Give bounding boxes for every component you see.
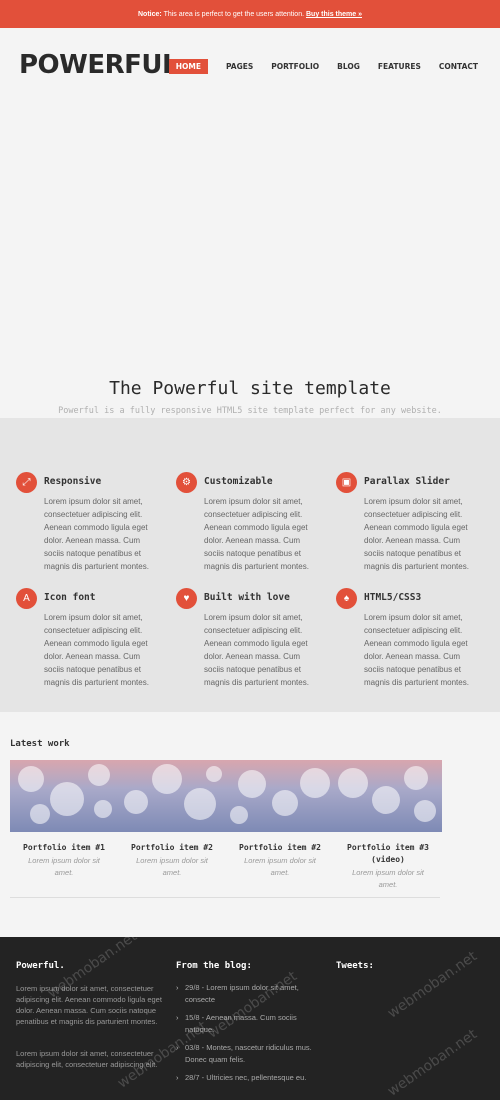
portfolio-thumbnail[interactable] [226,760,334,832]
blog-item[interactable]: › 28/7 - Ultricies nec, pellentesque eu. [176,1072,326,1084]
nav-blog[interactable]: BLOG [337,62,360,71]
feature-text: Lorem ipsum dolor sit amet, consectetuer… [204,497,309,571]
portfolio-desc: Lorem ipsum dolor sit amet. [28,856,100,877]
feature-title: Customizable [204,476,273,487]
footer: Powerful. Lorem ipsum dolor sit amet, co… [0,928,500,1100]
blog-list: › 29/8 - Lorem ipsum dolor sit amet, cons… [176,982,326,1090]
portfolio-item[interactable]: Portfolio item #1 Lorem ipsum dolor sit … [10,760,118,879]
chevron-right-icon: › [176,1043,179,1052]
blog-item[interactable]: › 15/8 - Aenean massa. Cum sociis natoque… [176,1012,326,1036]
portfolio-item[interactable]: Portfolio item #2 Lorem ipsum dolor sit … [226,760,334,879]
expand-icon: ⤢ [16,472,37,493]
portfolio-title[interactable]: Portfolio item #3 (video) [334,842,442,866]
nav-portfolio[interactable]: PORTFOLIO [271,62,319,71]
feature-title: Parallax Slider [364,476,450,487]
blog-item-text[interactable]: 15/8 - Aenean massa. Cum sociis natoque. [185,1013,297,1034]
portfolio-item[interactable]: Portfolio item #3 (video) Lorem ipsum do… [334,760,442,891]
feature-text: Lorem ipsum dolor sit amet, consectetuer… [44,497,149,571]
feature-text: Lorem ipsum dolor sit amet, consectetuer… [44,613,149,687]
nav-home[interactable]: HOME [168,59,208,74]
feature-title: Built with love [204,592,290,603]
portfolio-desc: Lorem ipsum dolor sit amet. [136,856,208,877]
footer-blog-title: From the blog: [176,961,252,971]
blog-item-text[interactable]: 03/8 - Montes, nascetur ridiculus mus. D… [185,1043,312,1064]
blog-item[interactable]: › 03/8 - Montes, nascetur ridiculus mus. … [176,1042,326,1066]
portfolio-thumbnail[interactable] [334,760,442,832]
feature-text: Lorem ipsum dolor sit amet, consectetuer… [204,613,309,687]
chevron-right-icon: › [176,983,179,992]
footer-about-text-2: Lorem ipsum dolor sit amet, consectetuer… [16,1049,158,1069]
portfolio-desc: Lorem ipsum dolor sit amet. [244,856,316,877]
main-nav: HOME PAGES PORTFOLIO BLOG FEATURES CONTA… [168,59,478,74]
portfolio-title[interactable]: Portfolio item #2 [226,842,334,854]
site-logo[interactable]: POWERFUL. [19,50,188,80]
nav-contact[interactable]: CONTACT [439,62,478,71]
gears-icon: ⚙ [176,472,197,493]
notice-text: This area is perfect to get the users at… [163,11,305,18]
latest-work-title: Latest work [10,739,70,749]
footer-about-text: Lorem ipsum dolor sit amet, consectetuer… [16,984,162,1026]
feature-text: Lorem ipsum dolor sit amet, consectetuer… [364,613,469,687]
footer-tweets-title: Tweets: [336,961,374,971]
heart-icon: ♥ [176,588,197,609]
portfolio-item[interactable]: Portfolio item #2 Lorem ipsum dolor sit … [118,760,226,879]
chevron-right-icon: › [176,1073,179,1082]
blog-item-text[interactable]: 29/8 - Lorem ipsum dolor sit amet, conse… [185,983,299,1004]
blog-item[interactable]: › 29/8 - Lorem ipsum dolor sit amet, cons… [176,982,326,1006]
feature-title: HTML5/CSS3 [364,592,422,603]
buy-theme-link[interactable]: Buy this theme » [306,11,362,18]
font-icon: A [16,588,37,609]
portfolio-thumbnail[interactable] [10,760,118,832]
notice-label: Notice: [138,11,162,18]
html5-icon: ♠ [336,588,357,609]
portfolio-desc: Lorem ipsum dolor sit amet. [352,868,424,889]
feature-title: Icon font [44,592,96,603]
feature-title: Responsive [44,476,102,487]
portfolio-title[interactable]: Portfolio item #2 [118,842,226,854]
portfolio-thumbnail[interactable] [118,760,226,832]
chevron-right-icon: › [176,1013,179,1022]
nav-pages[interactable]: PAGES [226,62,253,71]
blog-item-text[interactable]: 28/7 - Ultricies nec, pellentesque eu. [185,1073,306,1082]
feature-text: Lorem ipsum dolor sit amet, consectetuer… [364,497,469,571]
divider [10,897,440,898]
hero-subtitle: Powerful is a fully responsive HTML5 sit… [58,406,442,416]
notice-bar: Notice: This area is perfect to get the … [0,0,500,28]
nav-features[interactable]: FEATURES [378,62,421,71]
watermark: webmoban.net [384,1026,481,1100]
watermark: webmoban.net [384,948,481,1022]
hero-title: The Powerful site template [109,378,391,399]
picture-icon: ▣ [336,472,357,493]
features-section: ⤢ Responsive Lorem ipsum dolor sit amet,… [0,418,500,712]
portfolio-title[interactable]: Portfolio item #1 [10,842,118,854]
footer-about-title: Powerful. [16,961,65,971]
